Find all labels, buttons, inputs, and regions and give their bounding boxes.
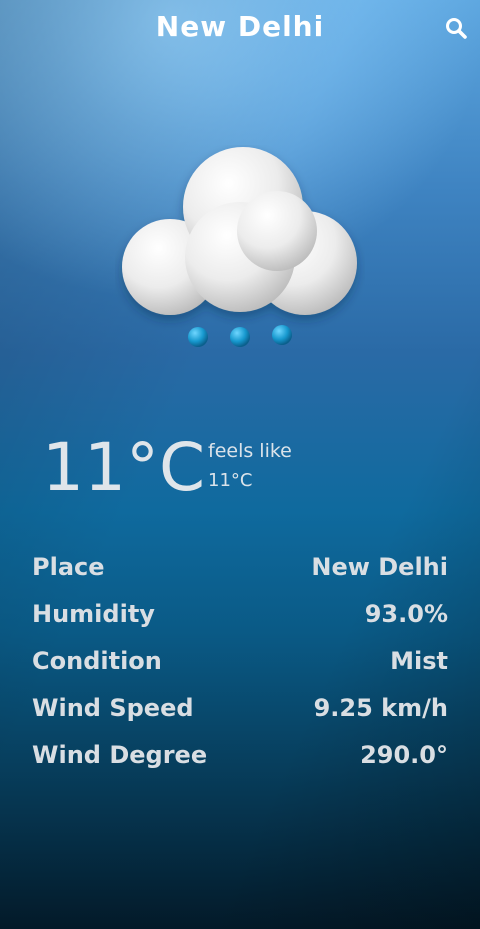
detail-label: Wind Speed bbox=[32, 694, 194, 722]
detail-value: 290.0° bbox=[360, 741, 448, 769]
search-button[interactable] bbox=[444, 16, 470, 42]
rain-drop bbox=[188, 327, 208, 347]
detail-row-wind-speed: Wind Speed 9.25 km/h bbox=[32, 694, 448, 741]
feels-like-value: 11°C bbox=[208, 470, 253, 491]
app-header: New Delhi bbox=[0, 0, 480, 56]
detail-row-wind-degree: Wind Degree 290.0° bbox=[32, 741, 448, 788]
weather-details: Place New Delhi Humidity 93.0% Condition… bbox=[32, 553, 448, 788]
search-icon bbox=[446, 18, 467, 39]
detail-value: New Delhi bbox=[311, 553, 448, 581]
detail-value: Mist bbox=[390, 647, 448, 675]
detail-label: Condition bbox=[32, 647, 162, 675]
detail-row-condition: Condition Mist bbox=[32, 647, 448, 694]
detail-value: 9.25 km/h bbox=[313, 694, 448, 722]
detail-label: Place bbox=[32, 553, 105, 581]
rain-drop bbox=[272, 325, 292, 345]
cloud-rain-icon bbox=[122, 147, 357, 347]
detail-row-humidity: Humidity 93.0% bbox=[32, 600, 448, 647]
weather-screen: New Delhi 11°C feels like 11°C Place New… bbox=[0, 0, 480, 929]
weather-illustration bbox=[115, 145, 365, 360]
current-temperature: 11°C bbox=[42, 429, 206, 506]
detail-label: Wind Degree bbox=[32, 741, 208, 769]
detail-value: 93.0% bbox=[364, 600, 448, 628]
detail-label: Humidity bbox=[32, 600, 155, 628]
detail-row-place: Place New Delhi bbox=[32, 553, 448, 600]
city-title: New Delhi bbox=[155, 10, 325, 43]
rain-drop bbox=[230, 327, 250, 347]
feels-like-label: feels like bbox=[208, 440, 292, 462]
